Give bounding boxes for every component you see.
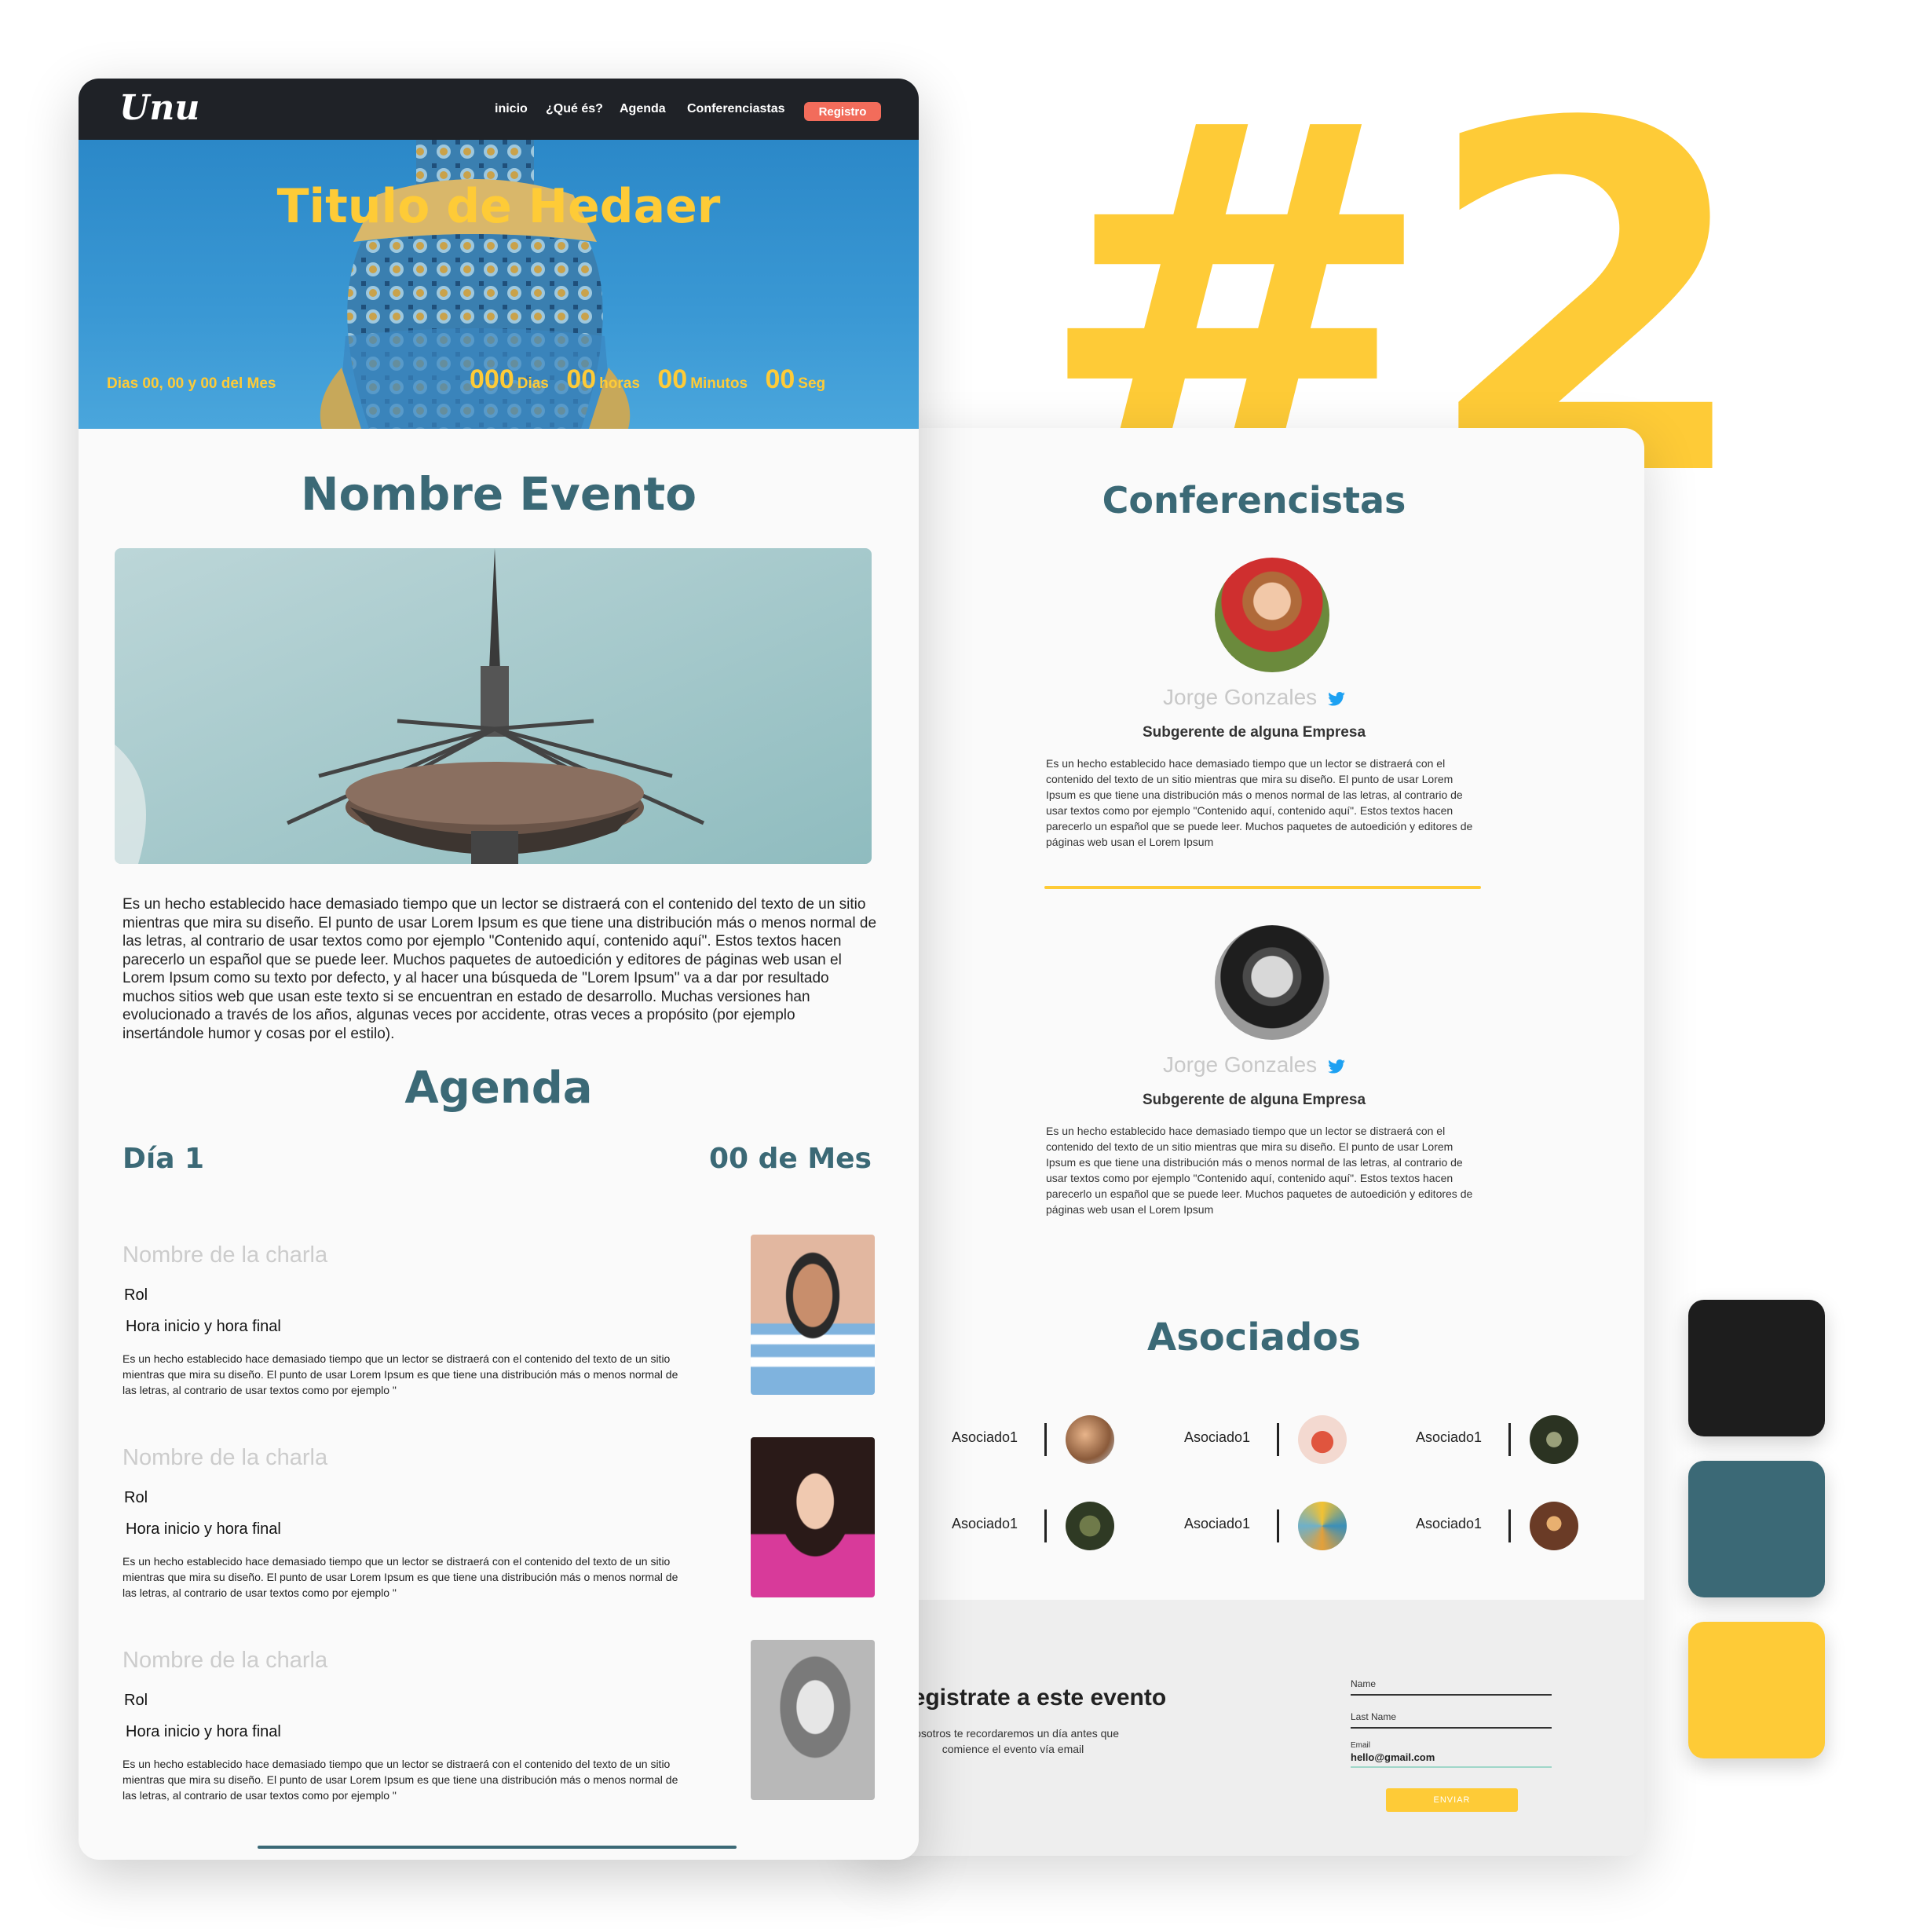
navbar: Unu inicio ¿Qué és? Agenda Conferenciast… [79, 79, 919, 140]
hero-banner: Titulo de Hedaer Dias 00, 00 y 00 del Me… [79, 140, 919, 429]
partner-logo [1530, 1502, 1578, 1550]
color-swatch-teal [1688, 1461, 1825, 1597]
partner-label: Asociado1 [1416, 1429, 1483, 1445]
speaker-name: Jorge Gonzales [1163, 1052, 1318, 1077]
partner-logo [1298, 1502, 1347, 1550]
hero-date: Dias 00, 00 y 00 del Mes [107, 375, 276, 392]
submit-button[interactable]: ENVIAR [1386, 1788, 1518, 1812]
talk-speaker-photo [751, 1235, 875, 1395]
speaker-role: Subgerente de alguna Empresa [1142, 724, 1366, 741]
email-value: hello@gmail.com [1351, 1751, 1435, 1763]
speaker-divider [1044, 886, 1481, 889]
partner-divider [1508, 1423, 1511, 1456]
nav-item-inicio[interactable]: inicio [495, 102, 528, 116]
countdown-seconds-unit: Seg [798, 375, 826, 392]
left-page-card: Unu inicio ¿Qué és? Agenda Conferenciast… [79, 79, 919, 1860]
partner-logo [1530, 1415, 1578, 1464]
name-field[interactable]: Name [1351, 1678, 1552, 1696]
agenda-talk: Nombre de la charla Rol Hora inicio y ho… [122, 1640, 878, 1805]
lastname-underline [1351, 1727, 1552, 1729]
talk-name: Nombre de la charla [122, 1445, 328, 1470]
email-label: Email [1351, 1741, 1371, 1750]
lastname-field[interactable]: Last Name [1351, 1711, 1552, 1729]
nav-item-que-es[interactable]: ¿Qué és? [546, 102, 603, 116]
nav-item-conferencistas[interactable]: Conferenciastas [687, 102, 785, 116]
twitter-icon[interactable] [1328, 691, 1345, 706]
register-section: Registrate a este evento Nosotros te rec… [864, 1600, 1644, 1856]
countdown-minutes-unit: Minutos [690, 375, 748, 392]
talk-time: Hora inicio y hora final [126, 1723, 281, 1740]
agenda-day: Día 1 [122, 1143, 205, 1175]
event-description: Es un hecho establecido hace demasiado t… [122, 896, 877, 1042]
talk-time: Hora inicio y hora final [126, 1520, 281, 1538]
partner-label: Asociado1 [952, 1516, 1018, 1531]
countdown-seconds-value: 00 [765, 364, 795, 394]
talk-speaker-photo [751, 1437, 875, 1597]
talk-rol: Rol [124, 1489, 148, 1506]
countdown: 000 Dias 00 horas 00 Minutos 00 Seg [455, 364, 825, 395]
partner-label: Asociado1 [1184, 1429, 1251, 1445]
talk-time: Hora inicio y hora final [126, 1318, 281, 1335]
email-underline [1351, 1766, 1552, 1768]
speaker-description: Es un hecho establecido hace demasiado t… [1046, 1125, 1473, 1216]
name-underline [1351, 1694, 1552, 1696]
stage: #2 Conferencistas Jorge Gonzales Subgere… [0, 0, 1916, 1932]
partner-label: Asociado1 [1184, 1516, 1251, 1531]
countdown-days-unit: Dias [517, 375, 549, 392]
speaker-avatar [1215, 558, 1329, 672]
talk-rol: Rol [124, 1286, 148, 1304]
partner-divider [1044, 1509, 1047, 1542]
talk-name: Nombre de la charla [122, 1242, 328, 1268]
site-logo[interactable]: Unu [119, 88, 199, 128]
agenda-talk: Nombre de la charla Rol Hora inicio y ho… [122, 1235, 878, 1400]
agenda-talk: Nombre de la charla Rol Hora inicio y ho… [122, 1437, 878, 1602]
color-swatch-yellow [1688, 1622, 1825, 1758]
lastname-label: Last Name [1351, 1711, 1397, 1722]
register-title: Registrate a este evento [895, 1685, 1167, 1711]
talk-speaker-photo [751, 1640, 875, 1800]
agenda-title: Agenda [404, 1063, 593, 1114]
right-page-card: Conferencistas Jorge Gonzales Subgerente… [864, 428, 1644, 1856]
talk-description: Es un hecho establecido hace demasiado t… [122, 1352, 678, 1396]
agenda-date: 00 de Mes [708, 1143, 872, 1175]
speakers-title: Conferencistas [1102, 479, 1406, 521]
name-label: Name [1351, 1678, 1377, 1689]
partner-divider [1277, 1509, 1279, 1542]
partner-logo [1066, 1502, 1114, 1550]
register-nav-button[interactable]: Registro [804, 102, 881, 121]
talk-rol: Rol [124, 1692, 148, 1709]
hero-title: Titulo de Hedaer [276, 179, 721, 234]
speaker-name: Jorge Gonzales [1163, 685, 1318, 709]
talk-name: Nombre de la charla [122, 1648, 328, 1673]
countdown-minutes-value: 00 [657, 364, 688, 394]
nav-item-agenda[interactable]: Agenda [620, 102, 666, 116]
talk-description: Es un hecho establecido hace demasiado t… [122, 1555, 678, 1599]
event-image [115, 548, 872, 864]
partners-title: Asociados [1147, 1315, 1361, 1359]
countdown-days-value: 000 [470, 364, 514, 394]
speaker-card: Jorge Gonzales Subgerente de alguna Empr… [864, 558, 1644, 887]
color-swatch-dark [1688, 1300, 1825, 1436]
talk-description: Es un hecho establecido hace demasiado t… [122, 1758, 678, 1802]
partner-divider [1044, 1423, 1047, 1456]
register-subtitle: Nosotros te recordaremos un día antes qu… [906, 1727, 1120, 1755]
speaker-card: Jorge Gonzales Subgerente de alguna Empr… [864, 925, 1644, 1255]
speaker-role: Subgerente de alguna Empresa [1142, 1092, 1366, 1108]
speaker-description: Es un hecho establecido hace demasiado t… [1046, 757, 1473, 848]
twitter-icon[interactable] [1328, 1059, 1345, 1074]
footer-divider [258, 1846, 737, 1849]
countdown-hours-unit: horas [599, 375, 640, 392]
partner-divider [1508, 1509, 1511, 1542]
event-title: Nombre Evento [300, 467, 697, 521]
speaker-avatar [1215, 925, 1329, 1040]
email-field[interactable]: Email hello@gmail.com [1351, 1741, 1552, 1768]
countdown-hours-value: 00 [566, 364, 597, 394]
partner-logo [1298, 1415, 1347, 1464]
partner-divider [1277, 1423, 1279, 1456]
partner-label: Asociado1 [1416, 1516, 1483, 1531]
partner-logo [1066, 1415, 1114, 1464]
partner-label: Asociado1 [952, 1429, 1018, 1445]
